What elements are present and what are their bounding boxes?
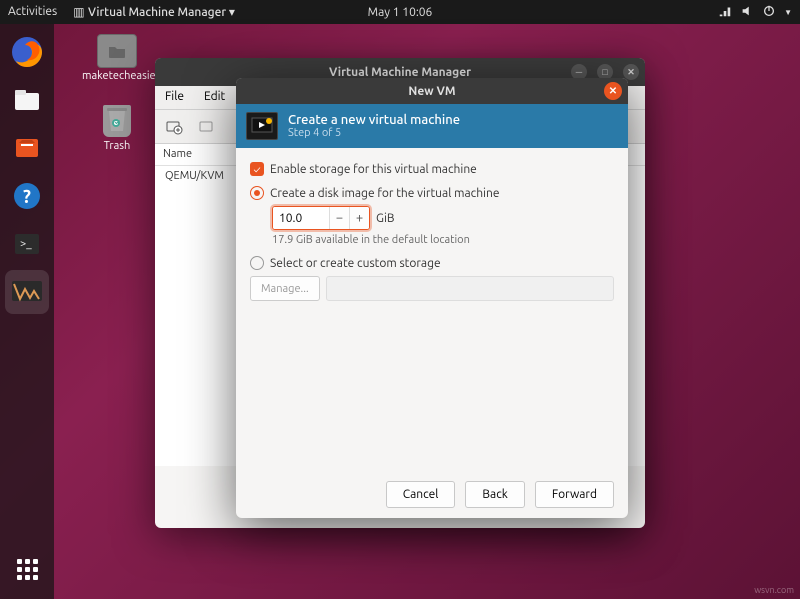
forward-button[interactable]: Forward — [535, 481, 614, 508]
create-disk-label: Create a disk image for the virtual mach… — [270, 187, 499, 200]
dock-files[interactable] — [5, 78, 49, 122]
dialog-close-button[interactable]: ✕ — [604, 82, 622, 100]
enable-storage-row[interactable]: ✓ Enable storage for this virtual machin… — [250, 162, 614, 176]
custom-storage-label: Select or create custom storage — [270, 257, 441, 270]
desktop-trash[interactable]: Trash — [82, 104, 152, 152]
manage-storage-button[interactable]: Manage... — [250, 276, 320, 301]
back-button[interactable]: Back — [465, 481, 524, 508]
activities-button[interactable]: Activities — [8, 5, 57, 19]
cancel-button[interactable]: Cancel — [386, 481, 456, 508]
decrement-button[interactable]: − — [329, 207, 349, 229]
enable-storage-label: Enable storage for this virtual machine — [270, 163, 477, 176]
dialog-step: Step 4 of 5 — [288, 127, 460, 139]
open-vm-button[interactable] — [193, 114, 219, 140]
menu-file[interactable]: File — [155, 86, 194, 109]
dock: ? >_ — [0, 24, 54, 599]
close-button[interactable]: ✕ — [623, 64, 639, 80]
app-menu[interactable]: ▥ Virtual Machine Manager ▾ — [73, 5, 235, 19]
power-icon[interactable] — [762, 4, 776, 21]
dock-virtmanager[interactable] — [5, 270, 49, 314]
dialog-footer: Cancel Back Forward — [236, 471, 628, 518]
vm-icon — [246, 112, 278, 140]
svg-text:?: ? — [23, 187, 31, 207]
top-bar: Activities ▥ Virtual Machine Manager ▾ M… — [0, 0, 800, 24]
dock-firefox[interactable] — [5, 30, 49, 74]
available-space-hint: 17.9 GiB available in the default locati… — [272, 234, 614, 246]
clock[interactable]: May 1 10:06 — [368, 6, 433, 19]
create-disk-radio[interactable] — [250, 186, 264, 200]
new-vm-button[interactable] — [161, 114, 187, 140]
increment-button[interactable]: + — [349, 207, 369, 229]
size-unit-label: GiB — [376, 212, 395, 225]
create-disk-row[interactable]: Create a disk image for the virtual mach… — [250, 186, 614, 200]
dialog-titlebar[interactable]: New VM ✕ — [236, 78, 628, 104]
svg-text:>_: >_ — [20, 238, 32, 250]
new-vm-dialog: New VM ✕ Create a new virtual machine St… — [236, 78, 628, 518]
dialog-header: Create a new virtual machine Step 4 of 5 — [236, 104, 628, 148]
menu-edit[interactable]: Edit — [194, 86, 235, 109]
desktop-folder-label: maketecheasier — [82, 70, 152, 82]
dock-software[interactable] — [5, 126, 49, 170]
app-menu-label: Virtual Machine Manager ▾ — [88, 6, 235, 19]
desktop-trash-label: Trash — [82, 140, 152, 152]
network-icon[interactable] — [718, 4, 732, 21]
desktop-folder-maketecheasier[interactable]: maketecheasier — [82, 34, 152, 82]
dialog-title: New VM — [408, 85, 455, 98]
show-applications[interactable] — [5, 547, 49, 591]
disk-size-input[interactable] — [273, 207, 329, 229]
trash-icon — [103, 105, 131, 137]
chevron-down-icon[interactable]: ▼ — [784, 8, 792, 17]
dialog-header-title: Create a new virtual machine — [288, 113, 460, 127]
dock-terminal[interactable]: >_ — [5, 222, 49, 266]
watermark: wsvn.com — [754, 585, 794, 595]
storage-path-input — [326, 276, 614, 301]
vmm-title: Virtual Machine Manager — [329, 66, 471, 79]
dialog-body: ✓ Enable storage for this virtual machin… — [236, 148, 628, 471]
custom-storage-radio[interactable] — [250, 256, 264, 270]
custom-storage-row[interactable]: Select or create custom storage — [250, 256, 614, 270]
enable-storage-checkbox[interactable]: ✓ — [250, 162, 264, 176]
dock-help[interactable]: ? — [5, 174, 49, 218]
volume-icon[interactable] — [740, 4, 754, 21]
disk-size-spinbox[interactable]: − + — [272, 206, 370, 230]
